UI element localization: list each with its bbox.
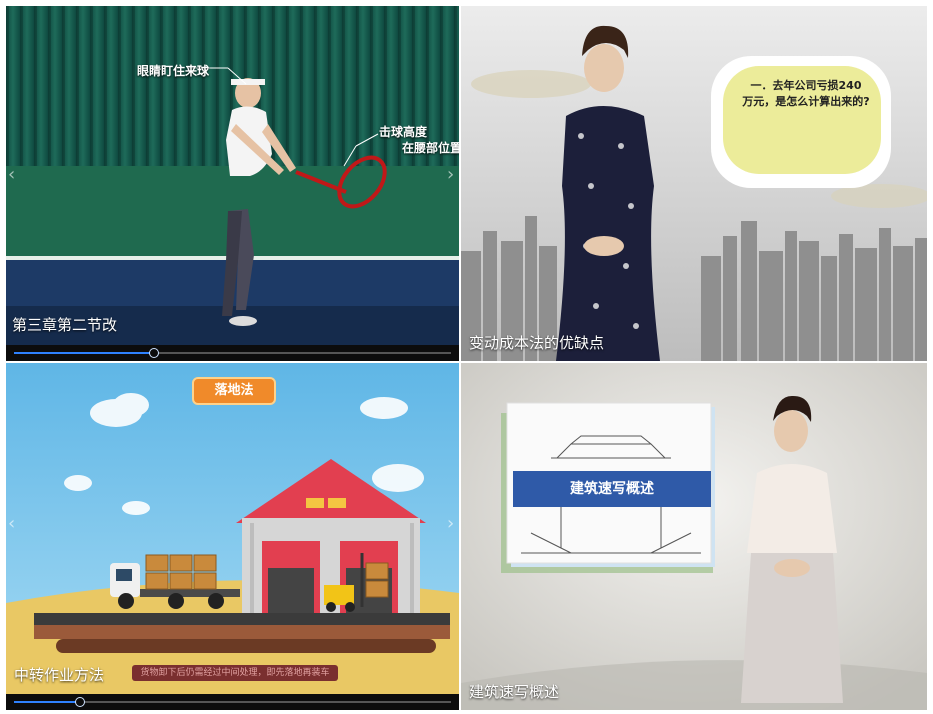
banner-tag: 落地法 [192, 377, 276, 405]
chevron-left-icon[interactable]: ‹ [8, 513, 15, 534]
video-tile-architecture[interactable]: 建筑速写概述 建筑速写概述 [461, 363, 927, 710]
subtitle-bar: 货物卸下后仍需经过中间处理，即先落地再装车 [132, 665, 338, 681]
logistics-scene [6, 363, 459, 710]
tennis-scene [6, 6, 459, 361]
card-title: 建筑速写概述 [570, 481, 654, 497]
progress-handle[interactable] [74, 697, 85, 707]
chevron-right-icon[interactable]: › [447, 164, 454, 185]
bubble-line-2: 万元，是怎么计算出来的? [742, 95, 870, 108]
annotation-hit-height: 击球高度 [379, 125, 428, 139]
player-control-bar [6, 694, 459, 710]
progress-track[interactable] [14, 348, 451, 358]
video-tile-accounting[interactable]: 一．去年公司亏损240 万元，是怎么计算出来的? 变动成本法的优缺点 [461, 6, 927, 361]
annotation-waist-position: 在腰部位置 [402, 141, 459, 155]
speech-bubble: 一．去年公司亏损240 万元，是怎么计算出来的? [731, 78, 881, 110]
bubble-line-1: 一．去年公司亏损240 [750, 79, 862, 92]
video-caption: 中转作业方法 [14, 666, 105, 684]
progress-fill [14, 701, 80, 703]
architecture-scene [461, 363, 927, 710]
progress-fill [14, 352, 154, 354]
video-caption: 建筑速写概述 [469, 683, 560, 701]
chevron-left-icon[interactable]: ‹ [8, 164, 15, 185]
video-caption: 变动成本法的优缺点 [469, 334, 605, 352]
progress-track[interactable] [14, 697, 451, 707]
player-control-bar [6, 345, 459, 361]
video-tile-logistics[interactable]: 落地法 ‹ › 中转作业方法 货物卸下后仍需经过中间处理，即先落地再装车 [6, 363, 459, 710]
chevron-right-icon[interactable]: › [447, 513, 454, 534]
accounting-scene [461, 6, 927, 361]
progress-handle[interactable] [148, 348, 159, 358]
video-tile-tennis[interactable]: 眼睛盯住来球 击球高度 在腰部位置 ‹ › 第三章第二节改 [6, 6, 459, 361]
annotation-eye-on-ball: 眼睛盯住来球 [137, 64, 210, 78]
video-caption: 第三章第二节改 [12, 316, 118, 334]
